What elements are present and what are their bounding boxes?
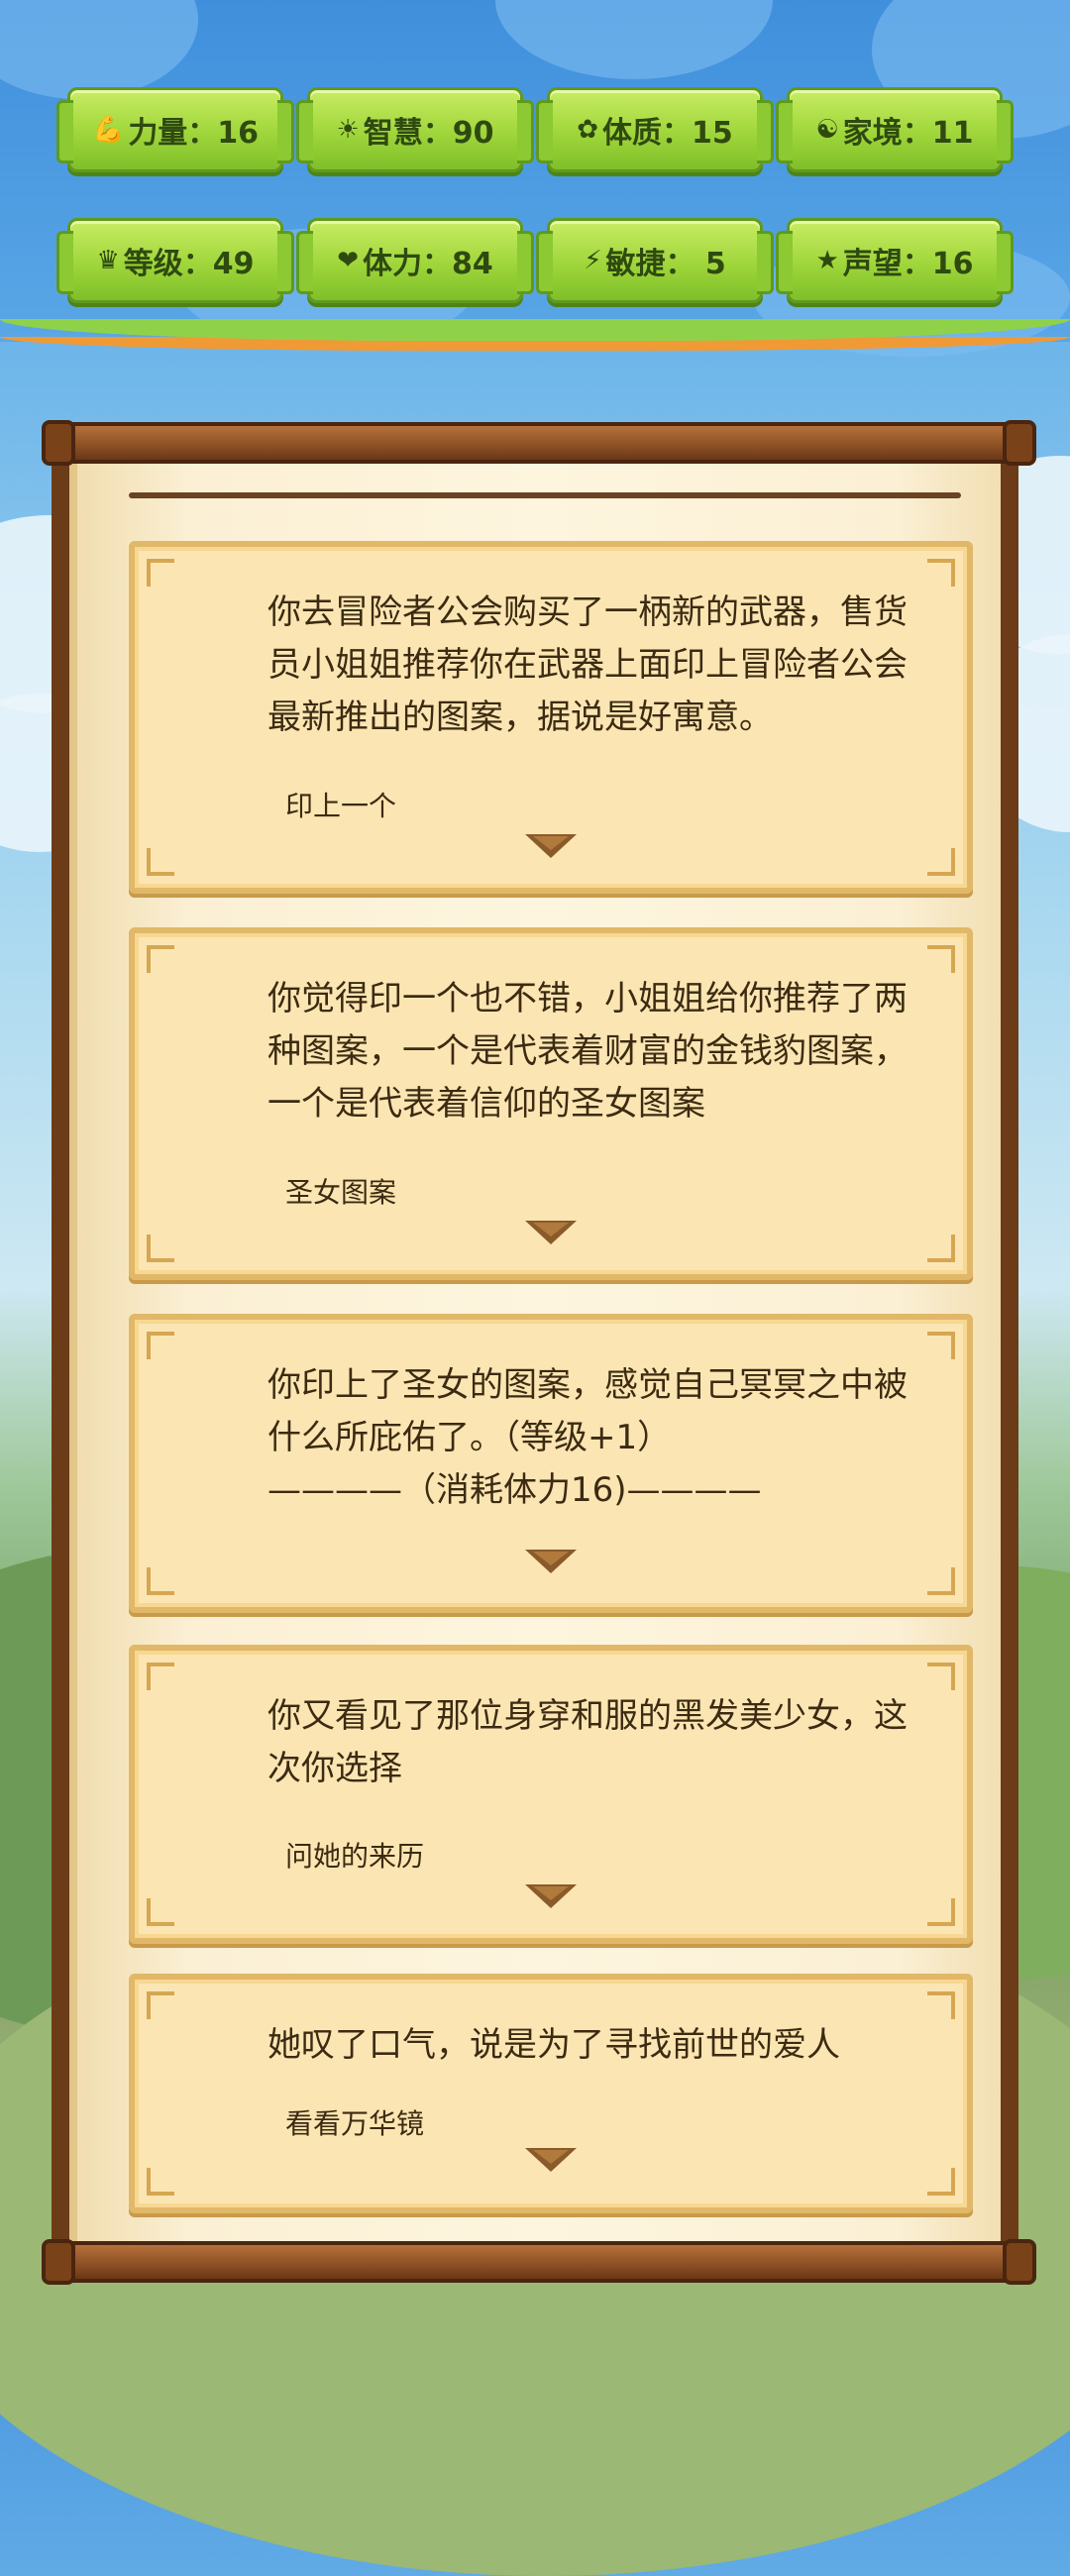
stat-family: ☯ 家境：11 (776, 87, 1014, 172)
expand-arrow-icon[interactable] (525, 1884, 577, 1908)
stat-wisdom: ☀ 智慧：90 (296, 87, 534, 172)
physique-icon: ✿ (577, 115, 599, 145)
stat-reputation: ★ 声望：16 (776, 218, 1014, 303)
choice-label[interactable]: 看看万华镜 (285, 2102, 424, 2142)
story-card[interactable]: 你又看见了那位身穿和服的黑发美少女，这次你选择 问她的来历 (129, 1645, 973, 1944)
stat-label: 体力：84 (363, 247, 493, 281)
star-icon: ★ (815, 246, 839, 275)
scroll-right-rail (1001, 456, 1018, 2249)
stat-label: 声望：16 (842, 247, 974, 281)
choice-label[interactable]: 印上一个 (285, 785, 396, 824)
expand-arrow-icon[interactable] (525, 2148, 577, 2172)
story-text: 你又看见了那位身穿和服的黑发美少女，这次你选择 (268, 1696, 908, 1788)
stat-agility: ⚡ 敏捷： 5 (536, 218, 774, 303)
crown-icon: ♛ (96, 246, 120, 275)
stat-strength: 💪 力量：16 (56, 87, 294, 172)
choice-label[interactable]: 圣女图案 (285, 1171, 396, 1211)
story-card[interactable]: 你去冒险者公会购买了一柄新的武器，售货员小姐姐推荐你在武器上面印上冒险者公会最新… (129, 541, 973, 894)
expand-arrow-icon[interactable] (525, 1550, 577, 1573)
stat-label: 体质：15 (602, 116, 733, 151)
bulb-icon: ☀ (336, 115, 360, 145)
story-text: 她叹了口气，说是为了寻找前世的爱人 (268, 2025, 840, 2065)
stat-stamina: ❤ 体力：84 (296, 218, 534, 303)
muscle-icon: 💪 (91, 115, 125, 145)
scroll-divider (129, 492, 961, 498)
scroll-top-rod (42, 420, 1036, 466)
story-card[interactable]: 你印上了圣女的图案，感觉自己冥冥之中被什么所庇佑了。（等级+1） ————（消耗… (129, 1314, 973, 1613)
scroll-left-rail (52, 456, 69, 2249)
story-card[interactable]: 她叹了口气，说是为了寻找前世的爱人 看看万华镜 (129, 1974, 973, 2213)
stat-label: 力量：16 (128, 116, 260, 151)
stat-label: 家境：11 (842, 116, 974, 151)
scroll-bottom-rod (42, 2239, 1036, 2285)
expand-arrow-icon[interactable] (525, 1221, 577, 1244)
stat-label: 敏捷： 5 (605, 247, 726, 281)
choice-label[interactable]: 问她的来历 (285, 1835, 424, 1875)
lightning-icon: ⚡ (584, 246, 602, 275)
stat-physique: ✿ 体质：15 (536, 87, 774, 172)
stat-level: ♛ 等级：49 (56, 218, 294, 303)
heart-icon: ❤ (337, 246, 360, 275)
story-card[interactable]: 你觉得印一个也不错，小姐姐给你推荐了两种图案，一个是代表着财富的金钱豹图案，一个… (129, 927, 973, 1280)
story-text: 你去冒险者公会购买了一柄新的武器，售货员小姐姐推荐你在武器上面印上冒险者公会最新… (268, 592, 908, 737)
stat-label: 智慧：90 (363, 116, 494, 151)
story-text: 你觉得印一个也不错，小姐姐给你推荐了两种图案，一个是代表着财富的金钱豹图案，一个… (268, 979, 908, 1124)
stats-panel: 💪 力量：16 ☀ 智慧：90 ✿ 体质：15 ☯ 家境：11 ♛ 等级：49 ❤ 体力：8… (56, 87, 1014, 303)
expand-arrow-icon[interactable] (525, 834, 577, 858)
story-text: 你印上了圣女的图案，感觉自己冥冥之中被什么所庇佑了。（等级+1） ————（消耗… (268, 1365, 908, 1510)
family-icon: ☯ (815, 115, 839, 145)
stat-label: 等级：49 (123, 247, 255, 281)
